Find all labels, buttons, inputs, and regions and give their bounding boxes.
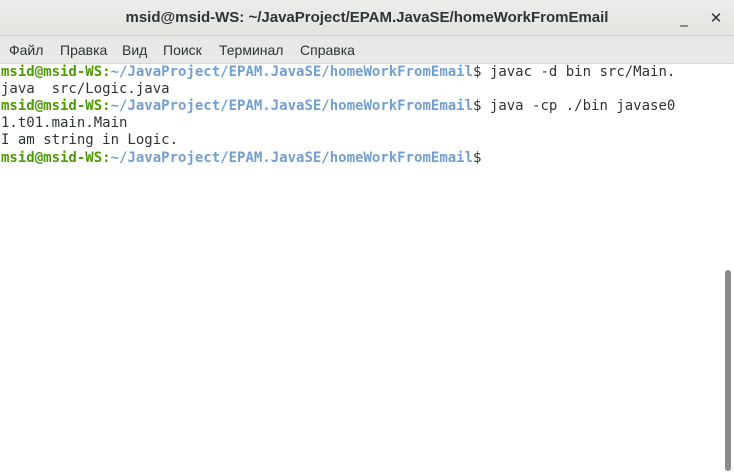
command-text: java -cp ./bin javase0: [481, 98, 676, 114]
minimize-icon[interactable]: _: [672, 6, 696, 30]
menu-help[interactable]: Справка: [300, 36, 355, 64]
scrollbar-thumb[interactable]: [725, 270, 731, 471]
prompt-symbol: $: [473, 150, 482, 166]
menu-search[interactable]: Поиск: [163, 36, 202, 64]
command-text: javac -d bin src/Main.: [481, 64, 676, 80]
menu-bar: Файл Правка Вид Поиск Терминал Справка: [0, 36, 734, 64]
terminal-line: msid@msid-WS:~/JavaProject/EPAM.JavaSE/h…: [0, 149, 722, 166]
output-text: I am string in Logic.: [1, 132, 179, 148]
menu-file[interactable]: Файл: [9, 36, 43, 64]
menu-view[interactable]: Вид: [122, 36, 147, 64]
prompt-path: ~/JavaProject/EPAM.JavaSE/homeWorkFromEm…: [110, 150, 474, 166]
output-text: 1.t01.main.Main: [1, 115, 128, 131]
prompt-separator: :: [102, 150, 111, 166]
prompt-user-host: msid@msid-WS: [1, 64, 103, 80]
menu-edit[interactable]: Правка: [60, 36, 107, 64]
menu-terminal[interactable]: Терминал: [219, 36, 283, 64]
prompt-separator: :: [102, 64, 111, 80]
terminal-line: I am string in Logic.: [0, 132, 722, 149]
output-text: java src/Logic.java: [1, 81, 170, 97]
prompt-path: ~/JavaProject/EPAM.JavaSE/homeWorkFromEm…: [110, 64, 474, 80]
terminal-line: java src/Logic.java: [0, 81, 722, 98]
terminal-output[interactable]: msid@msid-WS:~/JavaProject/EPAM.JavaSE/h…: [0, 64, 722, 475]
prompt-path: ~/JavaProject/EPAM.JavaSE/homeWorkFromEm…: [110, 98, 474, 114]
prompt-separator: :: [102, 98, 111, 114]
terminal-window: msid@msid-WS: ~/JavaProject/EPAM.JavaSE/…: [0, 0, 734, 475]
prompt-user-host: msid@msid-WS: [1, 98, 103, 114]
terminal-line: msid@msid-WS:~/JavaProject/EPAM.JavaSE/h…: [0, 64, 722, 81]
window-title: msid@msid-WS: ~/JavaProject/EPAM.JavaSE/…: [125, 9, 609, 26]
terminal-line: 1.t01.main.Main: [0, 115, 722, 132]
scrollbar[interactable]: [722, 64, 734, 475]
terminal-line: msid@msid-WS:~/JavaProject/EPAM.JavaSE/h…: [0, 98, 722, 115]
cursor: [481, 149, 489, 164]
title-bar[interactable]: msid@msid-WS: ~/JavaProject/EPAM.JavaSE/…: [0, 0, 734, 36]
close-icon[interactable]: ✕: [704, 6, 728, 30]
prompt-user-host: msid@msid-WS: [1, 150, 103, 166]
